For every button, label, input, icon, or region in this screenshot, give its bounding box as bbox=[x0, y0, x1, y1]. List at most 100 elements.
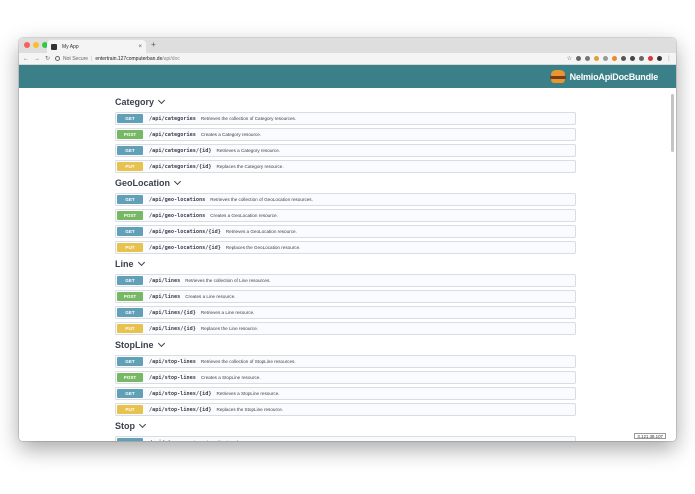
section-header-geolocation[interactable]: GeoLocation bbox=[115, 176, 576, 190]
page: NelmioApiDocBundle Category GET/api/categ… bbox=[19, 65, 676, 441]
chevron-down-icon bbox=[138, 420, 147, 429]
url-host: entertrain.127computerban.de bbox=[95, 55, 163, 62]
extension-icon[interactable] bbox=[612, 56, 617, 61]
menu-icon[interactable]: ⋮ bbox=[666, 56, 672, 62]
operation-row[interactable]: PUT/api/categories/{id} Replaces the Cate… bbox=[115, 160, 576, 173]
method-badge: GET bbox=[117, 146, 143, 155]
method-badge: GET bbox=[117, 357, 143, 366]
operation-row[interactable]: POST/api/stop-lines Creates a StopLine re… bbox=[115, 371, 576, 384]
browser-window: My App × + ← → ↻ Not Secure | entertrain… bbox=[19, 38, 676, 441]
operation-row[interactable]: POST/api/lines Creates a Line resource. bbox=[115, 290, 576, 303]
not-secure-label: Not Secure bbox=[63, 55, 89, 62]
operation-summary: Retrieves the collection of GeoLocation … bbox=[210, 197, 313, 202]
operation-row[interactable]: GET/api/geo-locations Retrieves the colle… bbox=[115, 193, 576, 206]
operation-path: /api/categories bbox=[149, 115, 196, 122]
extension-icon[interactable] bbox=[630, 56, 635, 61]
forward-icon[interactable]: → bbox=[34, 56, 40, 62]
section-header-category[interactable]: Category bbox=[115, 95, 576, 109]
address-bar[interactable]: Not Secure | entertrain.127computerban.d… bbox=[55, 54, 562, 64]
operation-summary: Replaces the StopLine resource. bbox=[216, 407, 284, 412]
browser-tab[interactable]: My App × bbox=[47, 40, 146, 53]
operation-row[interactable]: GET/api/categories/{id} Retrieves a Categ… bbox=[115, 144, 576, 157]
burger-logo-icon bbox=[549, 69, 566, 84]
back-icon[interactable]: ← bbox=[23, 56, 29, 62]
operation-path: /api/lines/{id} bbox=[149, 325, 196, 332]
operation-row[interactable]: GET/api/geo-locations/{id} Retrieves a Ge… bbox=[115, 225, 576, 238]
operation-row[interactable]: GET/api/lines Retrieves the collection of… bbox=[115, 274, 576, 287]
method-badge: GET bbox=[117, 227, 143, 236]
operation-path: /api/stop-lines/{id} bbox=[149, 406, 212, 413]
operation-summary: Retrieves the collection of Line resourc… bbox=[185, 278, 271, 283]
method-badge: POST bbox=[117, 373, 143, 382]
operation-row[interactable]: GET/api/stop-lines Retrieves the collecti… bbox=[115, 355, 576, 368]
method-badge: POST bbox=[117, 211, 143, 220]
method-badge: POST bbox=[117, 130, 143, 139]
operation-row[interactable]: PUT/api/geo-locations/{id} Replaces the G… bbox=[115, 241, 576, 254]
operation-path: /api/lines/{id} bbox=[149, 309, 196, 316]
operation-summary: Retrieves a Line resource. bbox=[200, 310, 255, 315]
operation-row[interactable]: POST/api/categories Creates a Category re… bbox=[115, 128, 576, 141]
operation-row[interactable]: GET/api/stops Retrieves the collection of… bbox=[115, 436, 576, 441]
operation-summary: Creates a GeoLocation resource. bbox=[210, 213, 278, 218]
section-title: StopLine bbox=[115, 340, 154, 350]
scrollbar[interactable] bbox=[671, 94, 674, 152]
reload-icon[interactable]: ↻ bbox=[45, 56, 50, 62]
operation-path: /api/geo-locations bbox=[149, 212, 206, 219]
new-tab-button[interactable]: + bbox=[151, 41, 156, 49]
operation-path: /api/stop-lines bbox=[149, 374, 196, 381]
section-header-line[interactable]: Line bbox=[115, 257, 576, 271]
method-badge: POST bbox=[117, 292, 143, 301]
operation-summary: Retrieves the collection of Category res… bbox=[200, 116, 297, 121]
profile-avatar-icon[interactable] bbox=[657, 56, 662, 61]
section-title: GeoLocation bbox=[115, 178, 171, 188]
section-title: Line bbox=[115, 259, 134, 269]
operation-row[interactable]: GET/api/stop-lines/{id} Retrieves a StopL… bbox=[115, 387, 576, 400]
section-header-stop[interactable]: Stop bbox=[115, 419, 576, 433]
operation-summary: Retrieves the collection of Stop resourc… bbox=[185, 440, 271, 441]
operation-path: /api/lines bbox=[149, 277, 181, 284]
operation-summary: Replaces the Line resource. bbox=[200, 326, 259, 331]
chevron-down-icon bbox=[173, 177, 182, 186]
operation-row[interactable]: GET/api/lines/{id} Retrieves a Line resou… bbox=[115, 306, 576, 319]
tab-strip: My App × + bbox=[19, 38, 676, 53]
operation-row[interactable]: GET/api/categories Retrieves the collecti… bbox=[115, 112, 576, 125]
operation-summary: Retrieves a GeoLocation resource. bbox=[225, 229, 297, 234]
section-header-stopline[interactable]: StopLine bbox=[115, 338, 576, 352]
app-header: NelmioApiDocBundle bbox=[19, 65, 676, 88]
method-badge: PUT bbox=[117, 405, 143, 414]
close-window-button[interactable] bbox=[24, 42, 30, 48]
operation-path: /api/geo-locations/{id} bbox=[149, 244, 221, 251]
operation-row[interactable]: PUT/api/lines/{id} Replaces the Line reso… bbox=[115, 322, 576, 335]
extension-icons: ☆ ⋮ bbox=[567, 56, 672, 62]
operation-row[interactable]: POST/api/geo-locations Creates a GeoLocat… bbox=[115, 209, 576, 222]
operation-summary: Replaces the Category resource. bbox=[216, 164, 284, 169]
operation-row[interactable]: PUT/api/stop-lines/{id} Replaces the Stop… bbox=[115, 403, 576, 416]
operation-path: /api/geo-locations/{id} bbox=[149, 228, 221, 235]
extension-icon[interactable] bbox=[639, 56, 644, 61]
brand-logo[interactable]: NelmioApiDocBundle bbox=[549, 69, 658, 84]
operation-path: /api/lines bbox=[149, 293, 181, 300]
operation-summary: Retrieves the collection of StopLine res… bbox=[200, 359, 296, 364]
extension-icon[interactable] bbox=[576, 56, 581, 61]
operation-summary: Creates a StopLine resource. bbox=[200, 375, 261, 380]
operation-path: /api/categories/{id} bbox=[149, 163, 212, 170]
method-badge: PUT bbox=[117, 243, 143, 252]
browser-toolbar: ← → ↻ Not Secure | entertrain.127compute… bbox=[19, 53, 676, 65]
favicon-icon bbox=[51, 43, 57, 50]
chevron-down-icon bbox=[157, 339, 165, 348]
extension-icon[interactable] bbox=[594, 56, 599, 61]
operation-summary: Creates a Category resource. bbox=[200, 132, 262, 137]
method-badge: GET bbox=[117, 195, 143, 204]
method-badge: GET bbox=[117, 276, 143, 285]
operation-path: /api/stop-lines/{id} bbox=[149, 390, 212, 397]
info-icon[interactable] bbox=[55, 56, 61, 61]
extension-icon[interactable] bbox=[648, 56, 653, 61]
extension-icon[interactable] bbox=[585, 56, 590, 61]
method-badge: PUT bbox=[117, 324, 143, 333]
extension-icon[interactable] bbox=[603, 56, 608, 61]
operation-path: /api/geo-locations bbox=[149, 196, 206, 203]
bookmark-star-icon[interactable]: ☆ bbox=[567, 56, 572, 62]
minimize-window-button[interactable] bbox=[33, 42, 39, 48]
extension-icon[interactable] bbox=[621, 56, 626, 61]
tab-close-icon[interactable]: × bbox=[138, 44, 142, 50]
